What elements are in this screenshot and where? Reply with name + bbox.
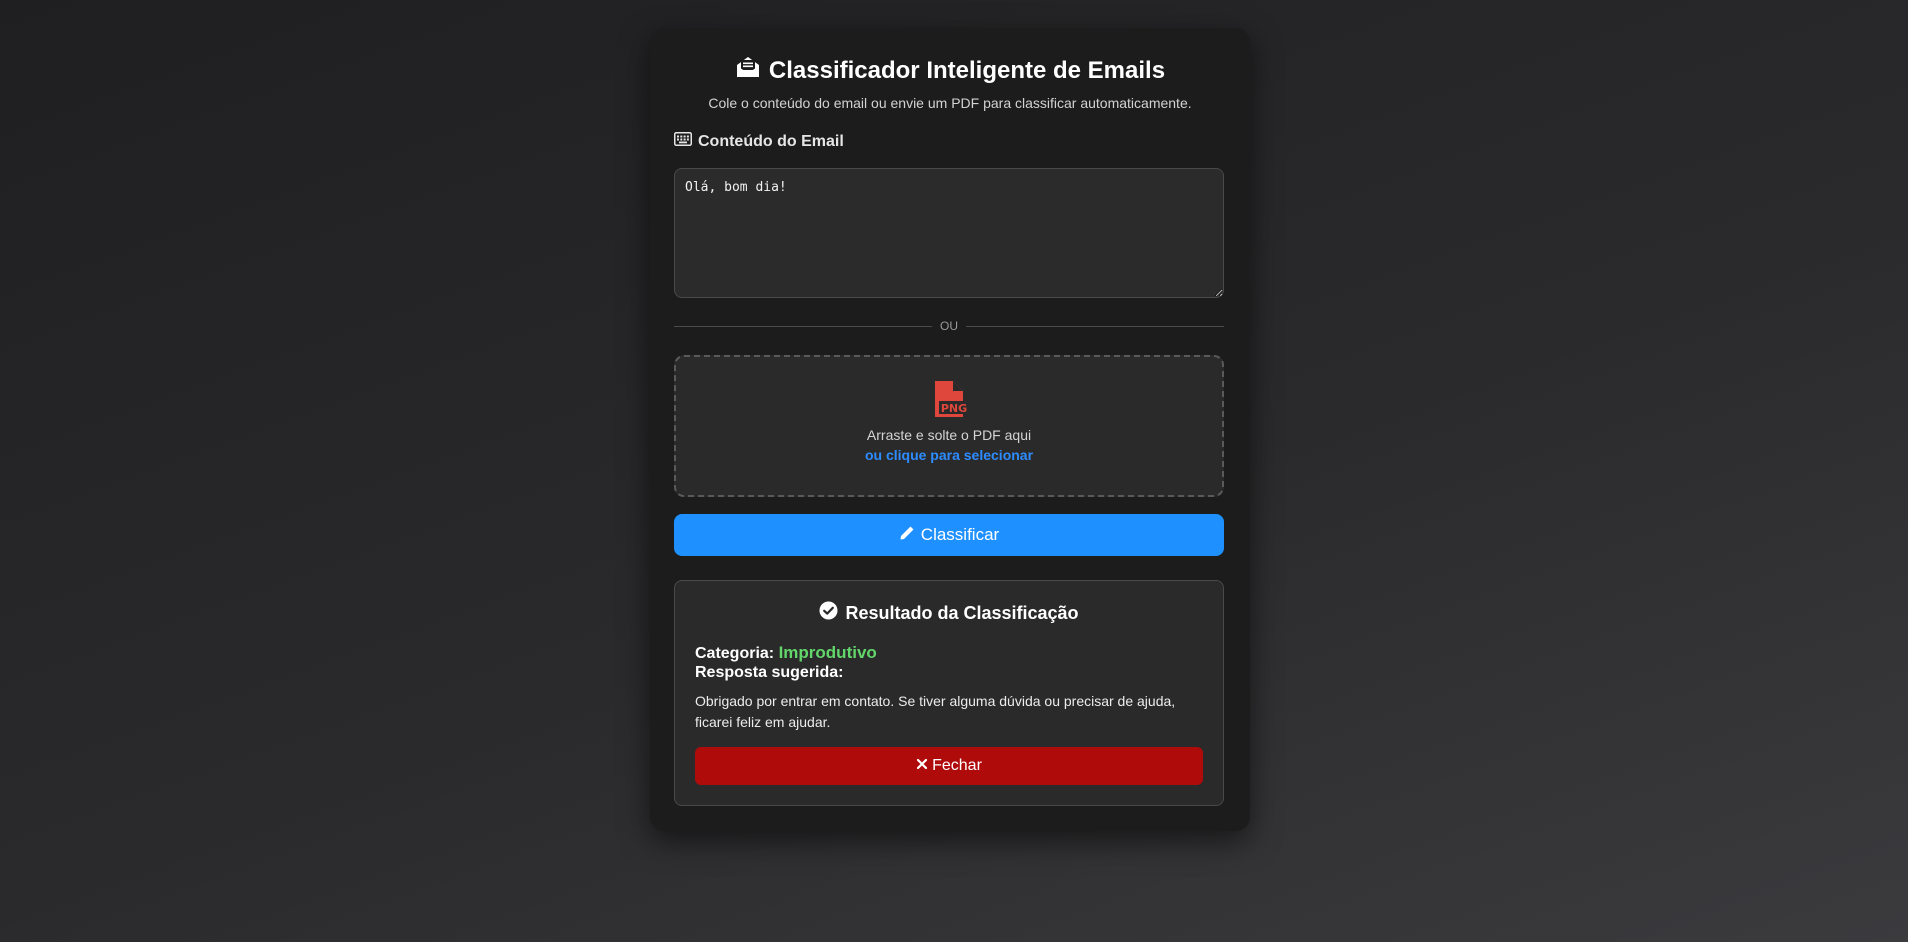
pen-icon xyxy=(899,525,915,546)
or-divider: OU xyxy=(674,318,1224,334)
envelope-open-text-icon xyxy=(735,54,761,87)
classify-button-label: Classificar xyxy=(920,525,1000,544)
email-content-label: Conteúdo do Email xyxy=(674,132,844,151)
category-value: Improdutivo xyxy=(778,643,877,662)
page-title-text: Classificador Inteligente de Emails xyxy=(768,56,1166,84)
page-subtitle: Cole o conteúdo do email ou envie um PDF… xyxy=(708,95,1192,111)
file-icon-label: PNG xyxy=(941,402,967,415)
circle-check-icon xyxy=(819,601,838,625)
keyboard-icon xyxy=(674,132,692,151)
classifier-card: Classificador Inteligente de Emails Cole… xyxy=(650,28,1250,831)
result-title: Resultado da Classificação xyxy=(675,601,1223,625)
result-panel: Resultado da Classificação Categoria: Im… xyxy=(674,580,1224,806)
divider-line-right xyxy=(966,325,1224,327)
x-icon xyxy=(916,757,928,775)
close-button-label: Fechar xyxy=(932,757,982,774)
category-row: Categoria: Improdutivo xyxy=(695,643,877,663)
suggested-response-text: Obrigado por entrar em contato. Se tiver… xyxy=(695,693,1176,730)
divider-line-left xyxy=(674,325,932,327)
email-content-textarea[interactable]: Olá, bom dia! xyxy=(674,168,1224,298)
file-png-icon: PNG xyxy=(931,379,971,419)
result-title-text: Resultado da Classificação xyxy=(845,602,1079,623)
suggested-response-label: Resposta sugerida: xyxy=(695,664,844,681)
divider-label: OU xyxy=(940,319,958,333)
email-content-label-text: Conteúdo do Email xyxy=(698,132,844,150)
category-label: Categoria: xyxy=(695,645,775,662)
page-title: Classificador Inteligente de Emails xyxy=(650,54,1250,87)
dropzone-text: Arraste e solte o PDF aqui xyxy=(866,427,1032,443)
dropzone-select-link[interactable]: ou clique para selecionar xyxy=(676,447,1222,463)
classify-button[interactable]: Classificar xyxy=(674,514,1224,556)
pdf-dropzone[interactable]: PNG Arraste e solte o PDF aqui ou clique… xyxy=(674,355,1224,497)
close-button[interactable]: Fechar xyxy=(695,747,1203,785)
